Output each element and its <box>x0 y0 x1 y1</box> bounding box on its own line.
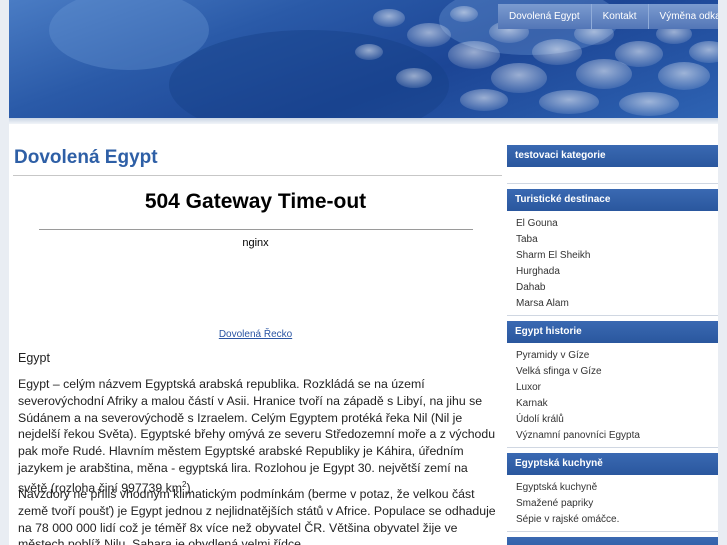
sidebar-item-udoli-kralu[interactable]: Údolí králů <box>516 414 564 425</box>
sidebar-item-egyptska-kuchyne[interactable]: Egyptská kuchyně <box>516 482 597 493</box>
sidebar-item-dahab[interactable]: Dahab <box>516 282 545 293</box>
sidebar-item-sepie[interactable]: Sépie v rajské omáčce. <box>516 514 619 525</box>
paragraph-intro-text: Egypt – celým názvem Egyptská arabská re… <box>18 377 496 495</box>
page-frame-right <box>718 0 727 545</box>
error-server-label: nginx <box>242 237 269 249</box>
sidebar-item-pyramidy[interactable]: Pyramidy v Gíze <box>516 350 589 361</box>
title-divider <box>13 175 502 176</box>
sidebar-item-karnak[interactable]: Karnak <box>516 398 548 409</box>
sidebar-item-sharm-el-sheikh[interactable]: Sharm El Sheikh <box>516 250 590 261</box>
link-dovolena-recko[interactable]: Dovolená Řecko <box>9 329 502 340</box>
top-navigation: Dovolená Egypt Kontakt Výměna odkazů <box>498 4 718 29</box>
sidebar-heading-kuchyne[interactable]: Egyptská kuchyně <box>507 453 718 475</box>
sidebar-heading-next[interactable] <box>507 537 718 545</box>
sidebar-item-hurghada[interactable]: Hurghada <box>516 266 560 277</box>
sidebar-item-panovnici[interactable]: Významní panovníci Egypta <box>516 430 640 441</box>
sidebar-heading-historie[interactable]: Egypt historie <box>507 321 718 343</box>
sidebar-item-marsa-alam[interactable]: Marsa Alam <box>516 298 569 309</box>
sidebar-item-smazene-papriky[interactable]: Smažené papriky <box>516 498 593 509</box>
sidebar-heading-testovaci[interactable]: testovaci kategorie <box>507 145 718 167</box>
sidebar: testovaci kategorie Turistické destinace… <box>507 145 718 545</box>
sidebar-heading-destinace[interactable]: Turistické destinace <box>507 189 718 211</box>
sidebar-divider <box>507 447 718 448</box>
header-banner: Dovolená Egypt Kontakt Výměna odkazů <box>9 0 718 118</box>
page-title: Dovolená Egypt <box>14 147 158 168</box>
nav-link-vymena-odkazu[interactable]: Výměna odkazů <box>648 4 718 29</box>
page-frame-left <box>0 0 9 545</box>
content-heading: Egypt <box>18 351 50 365</box>
sidebar-divider <box>507 531 718 532</box>
error-divider <box>39 229 473 230</box>
paragraph-population: Navzdory ne příliš vhodným klimatickým p… <box>18 487 496 545</box>
nav-link-kontakt[interactable]: Kontakt <box>591 4 649 29</box>
main-content: Dovolená Egypt 504 Gateway Time-out ngin… <box>9 124 502 545</box>
paragraph-intro: Egypt – celým názvem Egyptská arabská re… <box>18 376 496 497</box>
sidebar-item-taba[interactable]: Taba <box>516 234 538 245</box>
sidebar-item-luxor[interactable]: Luxor <box>516 382 541 393</box>
sidebar-divider <box>507 315 718 316</box>
sidebar-item-sfinga[interactable]: Velká sfinga v Gíze <box>516 366 602 377</box>
sidebar-item-el-gouna[interactable]: El Gouna <box>516 218 558 229</box>
error-title: 504 Gateway Time-out <box>144 190 367 213</box>
sidebar-divider <box>507 183 718 184</box>
nav-link-dovolena-egypt[interactable]: Dovolená Egypt <box>498 4 592 29</box>
